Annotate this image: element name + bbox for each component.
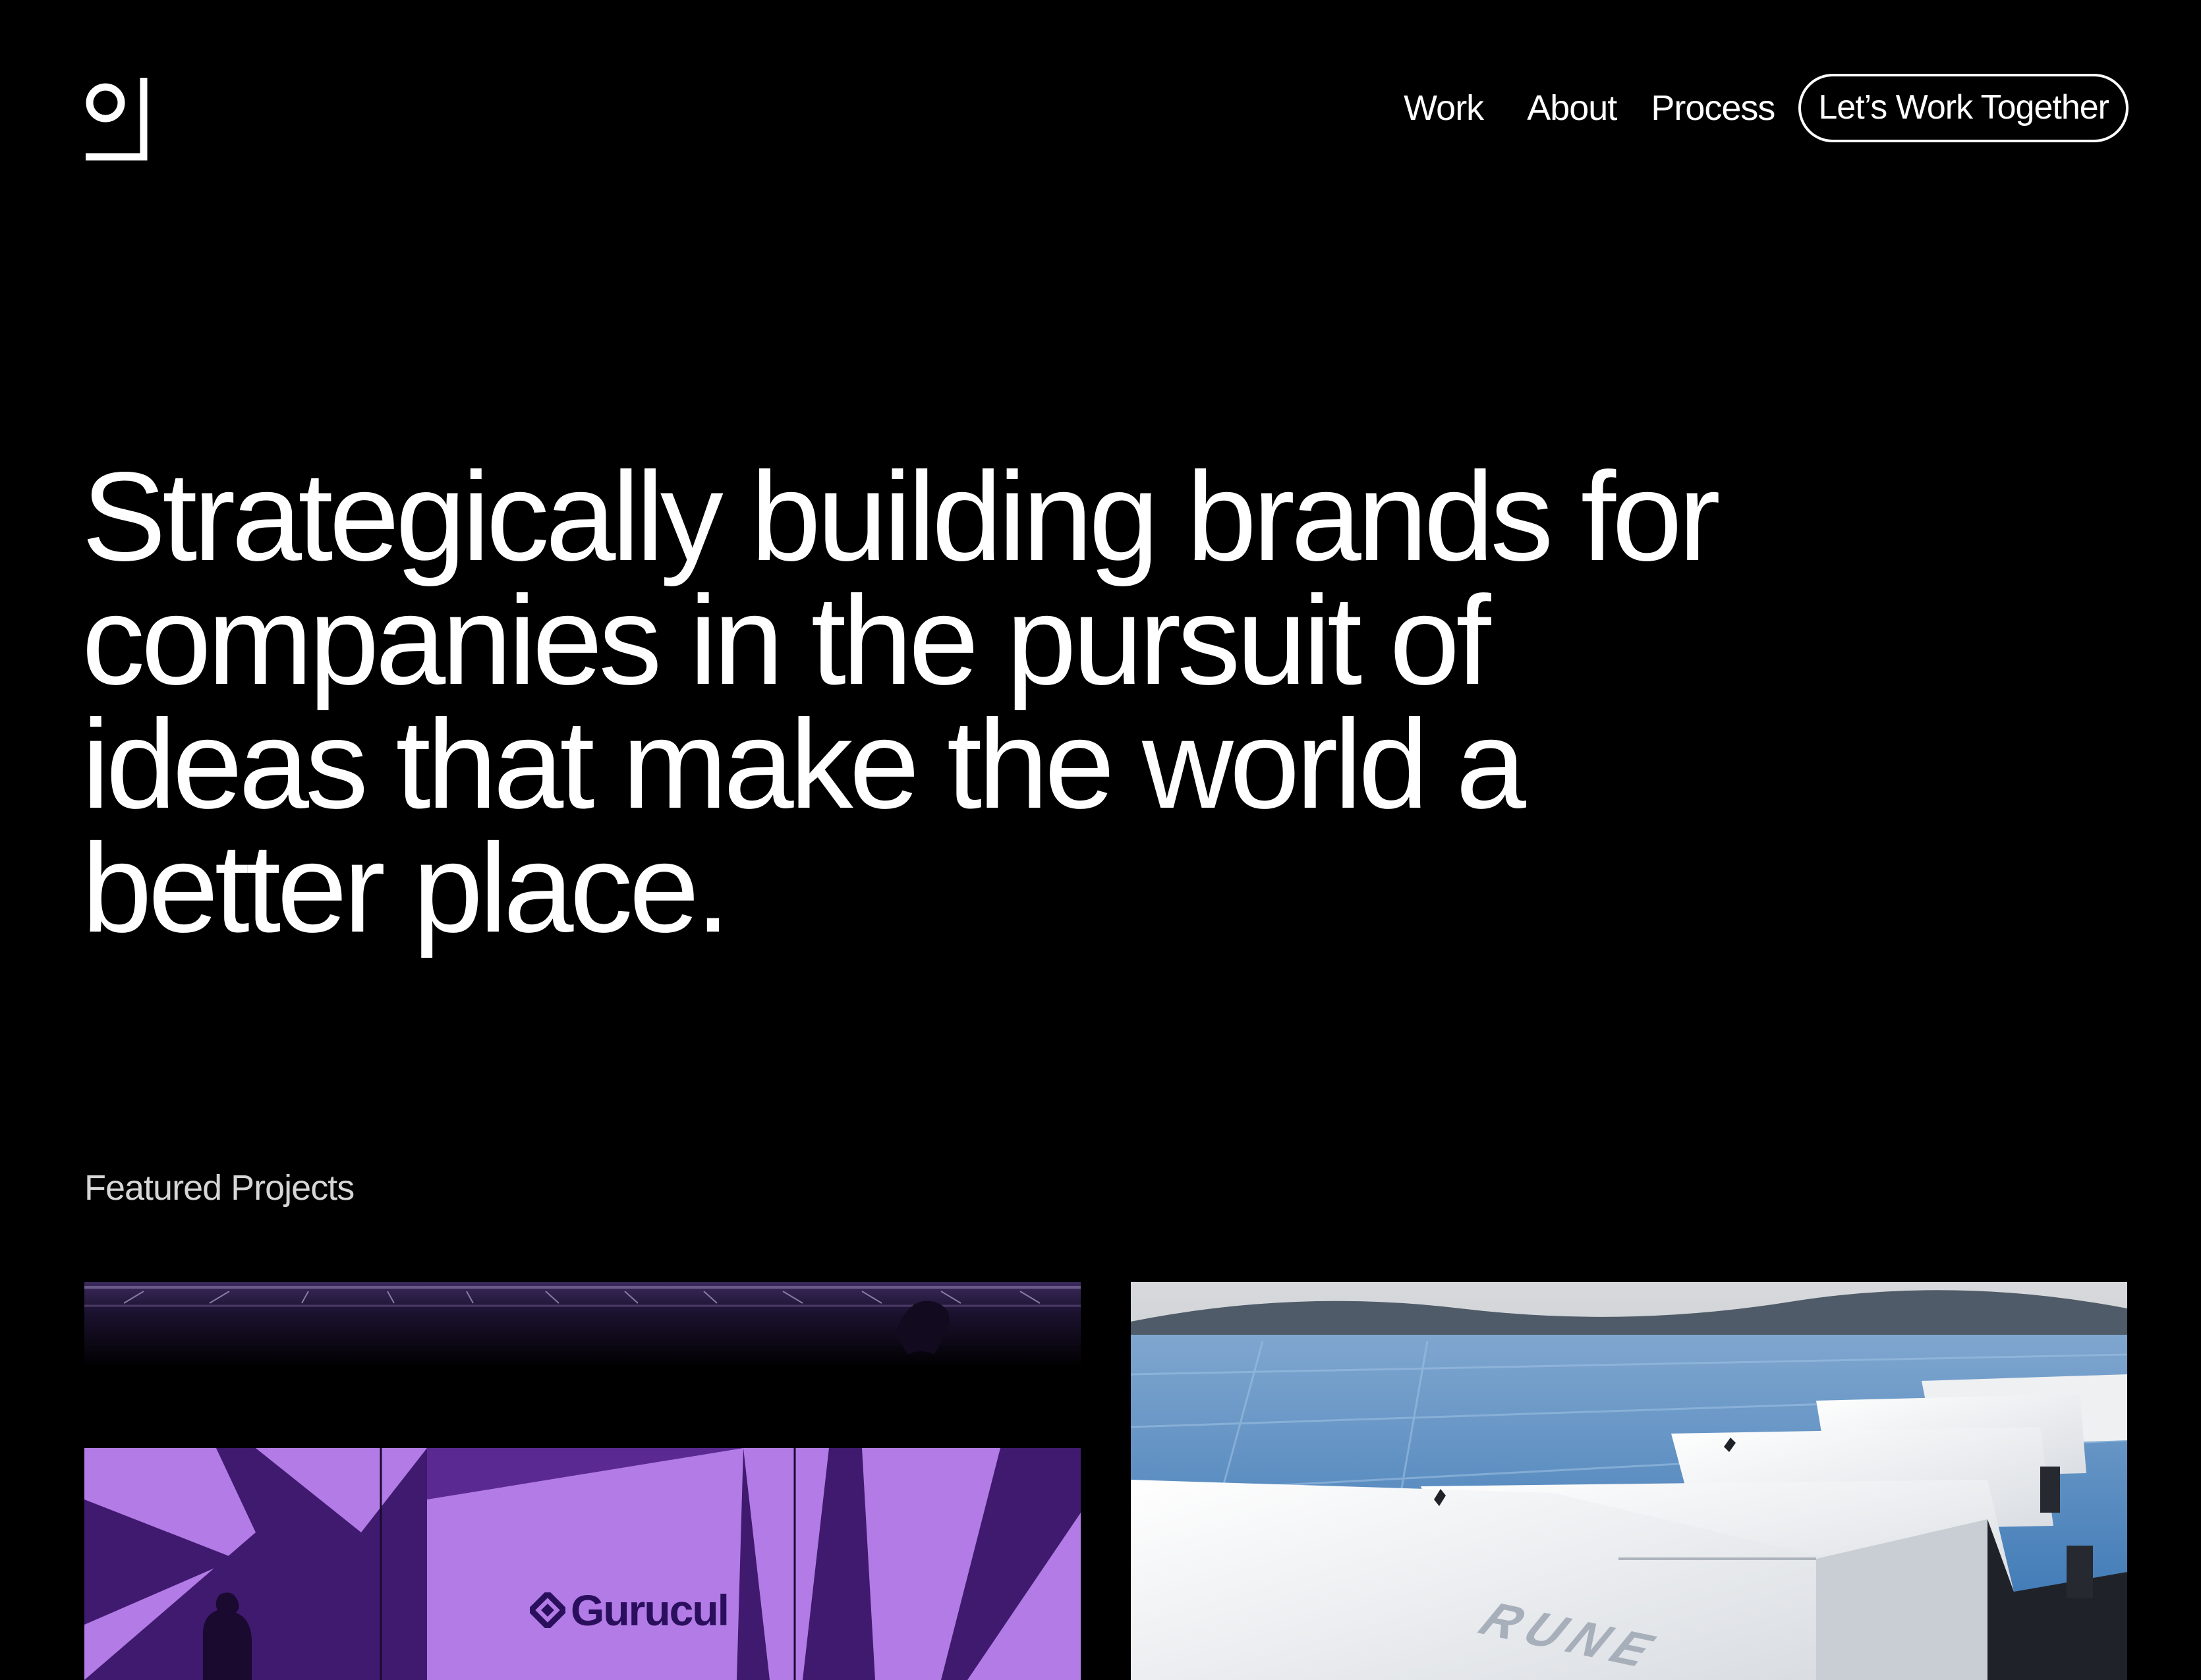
main-nav: Work About Process Let’s Work Together	[1404, 74, 2129, 142]
lets-work-together-button[interactable]: Let’s Work Together	[1798, 74, 2129, 142]
featured-projects-heading: Featured Projects	[84, 1168, 355, 1208]
project-card-gurucul[interactable]: Gurucul	[84, 1282, 1081, 1680]
nav-link-process[interactable]: Process	[1651, 90, 1775, 126]
nav-link-about[interactable]: About	[1527, 90, 1617, 126]
gurucul-name: Gurucul	[571, 1586, 729, 1635]
hero-line-4: better place.	[82, 817, 731, 959]
gurucul-wordmark: Gurucul	[530, 1585, 729, 1635]
hero-line-1: Strategically building brands for	[82, 445, 1721, 587]
gurucul-logo-icon	[530, 1592, 565, 1628]
studio-monogram-logo-icon[interactable]	[83, 72, 149, 162]
hero-line-2: companies in the pursuit of	[82, 569, 1491, 711]
hero-headline: Strategically building brands for compan…	[82, 453, 1828, 951]
hero-line-3: ideas that make the world a	[82, 693, 1526, 835]
nav-link-work[interactable]: Work	[1404, 90, 1484, 126]
project-card-rune[interactable]: RUNE	[1131, 1282, 2127, 1680]
